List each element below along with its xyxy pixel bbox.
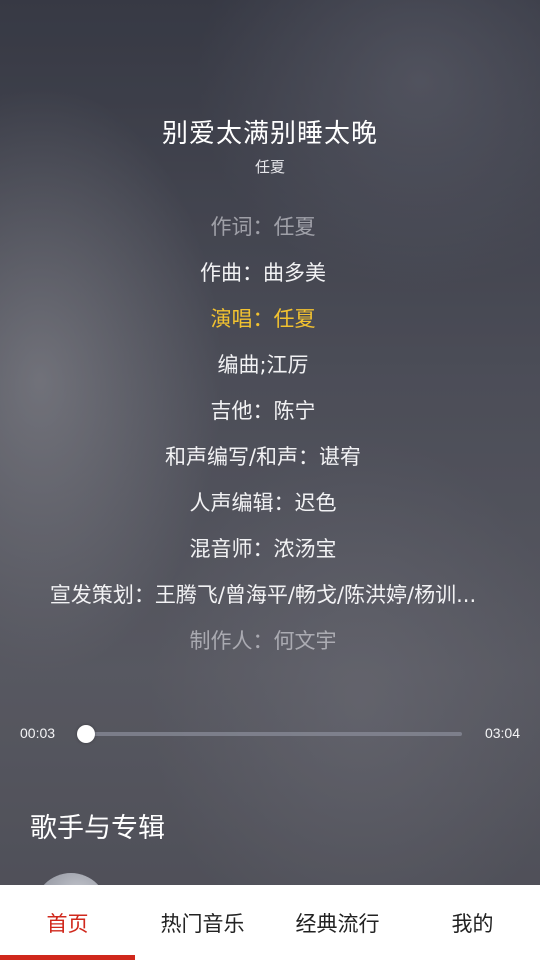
nav-item-hot-music[interactable]: 热门音乐 (135, 885, 270, 960)
active-tab-indicator (0, 955, 135, 960)
nav-item-mine[interactable]: 我的 (405, 885, 540, 960)
lyric-line: 吉他：陈宁 (210, 399, 316, 423)
lyric-line: 人声编辑：迟色 (189, 491, 337, 515)
seek-thumb[interactable] (77, 725, 96, 743)
nav-item-label: 我的 (451, 912, 494, 936)
nav-item-label: 经典流行 (295, 912, 380, 936)
lyrics-panel[interactable]: 作词：任夏 作曲：曲多美 演唱：任夏 编曲;江厉 吉他：陈宁 和声编写/和声：谌… (0, 208, 540, 668)
lyric-line: 宣发策划：王腾飞/曾海平/畅戈/陈洪婷/杨训... (49, 583, 477, 607)
lyric-line: 演唱：任夏 (210, 307, 316, 331)
lyric-line: 作词：任夏 (210, 215, 316, 239)
song-artist[interactable]: 任夏 (0, 156, 540, 177)
lyric-line: 制作人：何文宇 (189, 629, 337, 653)
current-time: 00:03 (20, 725, 56, 741)
nav-item-label: 热门音乐 (160, 912, 245, 936)
playback-progress: 00:03 03:04 (0, 718, 540, 750)
nav-item-classic-pop[interactable]: 经典流行 (270, 885, 405, 960)
total-time: 03:04 (484, 725, 520, 741)
song-title: 别爱太满别睡太晚 (161, 119, 378, 149)
bottom-nav: 首页 热门音乐 经典流行 我的 (0, 885, 540, 960)
seek-bar[interactable] (77, 725, 462, 743)
nav-item-label: 首页 (46, 912, 89, 936)
lyric-line: 编曲;江厉 (217, 353, 309, 377)
lyric-line: 作曲：曲多美 (200, 261, 326, 285)
lyric-line: 和声编写/和声：谌宥 (164, 445, 362, 469)
section-title: 歌手与专辑 (30, 813, 165, 844)
lyric-line: 混音师：浓汤宝 (189, 537, 337, 561)
nav-item-home[interactable]: 首页 (0, 885, 135, 960)
